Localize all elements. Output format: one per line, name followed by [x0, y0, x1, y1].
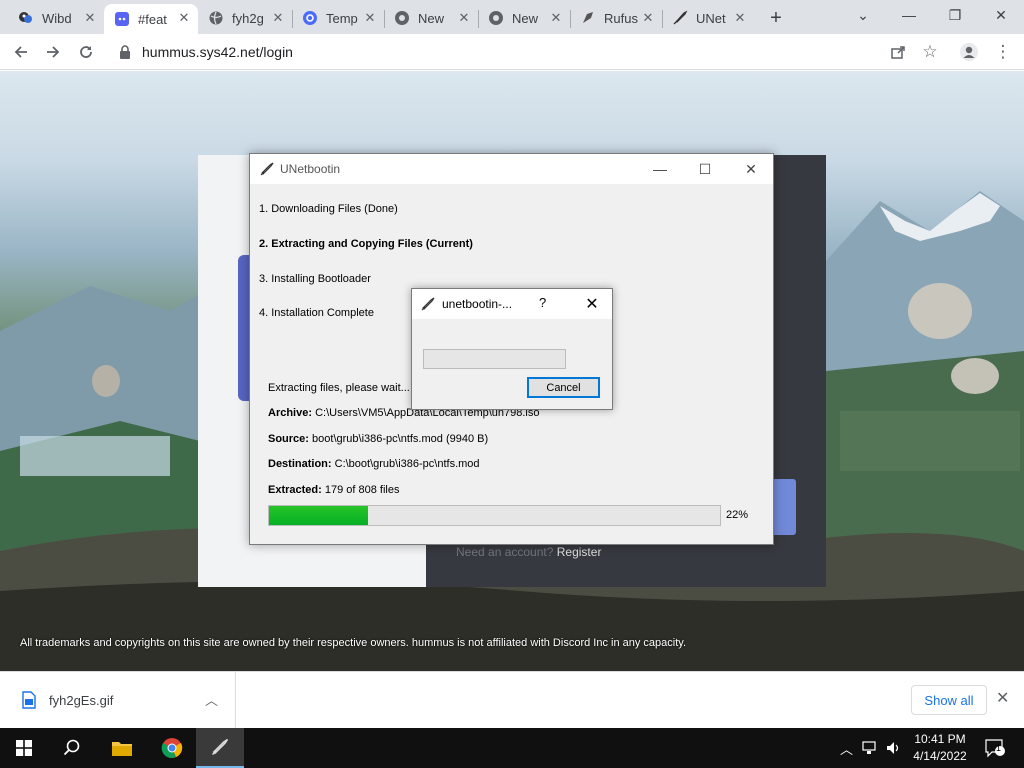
progress-fill — [269, 506, 369, 525]
dialog-titlebar[interactable]: unetbootin-... ? ✕ — [412, 289, 612, 319]
unetbootin-favicon-icon — [672, 10, 688, 26]
trademark-footer: All trademarks and copyrights on this si… — [20, 637, 687, 649]
tray-chevron-icon[interactable]: ︿ — [840, 728, 853, 768]
minimize-icon[interactable]: — — [648, 158, 672, 180]
help-icon[interactable]: ? — [539, 295, 546, 310]
tab-unetbootin[interactable]: UNet ✕ — [662, 4, 754, 32]
menu-kebab-icon[interactable]: ⋮ — [990, 39, 1016, 65]
close-icon[interactable]: ✕ — [739, 158, 763, 180]
address-bar[interactable]: hummus.sys42.net/login — [110, 38, 950, 66]
tab-temp[interactable]: Temp ✕ — [292, 4, 385, 32]
need-account-text: Need an account? Register — [456, 545, 602, 559]
tab-wibd[interactable]: Wibd ✕ — [8, 4, 105, 32]
notifications-button[interactable]: 1 — [984, 728, 1006, 768]
bookmark-star-icon[interactable]: ☆ — [917, 39, 943, 65]
close-icon[interactable]: ✕ — [82, 10, 98, 26]
chrome-favicon-icon — [488, 10, 504, 26]
rufus-favicon-icon — [580, 10, 596, 26]
volume-icon[interactable] — [886, 728, 902, 768]
back-arrow-icon — [14, 46, 27, 58]
back-button[interactable] — [8, 39, 34, 65]
close-icon[interactable]: ✕ — [732, 10, 748, 26]
clock-date: 4/14/2022 — [913, 749, 967, 763]
tab-new-2[interactable]: New ✕ — [478, 4, 571, 32]
profile-avatar-icon[interactable] — [956, 39, 982, 65]
show-all-button[interactable]: Show all — [911, 685, 987, 715]
notification-icon — [985, 739, 1005, 758]
tab-rufus[interactable]: Rufus ✕ — [570, 4, 663, 32]
close-icon[interactable]: ✕ — [996, 688, 1009, 708]
browser-toolbar: hummus.sys42.net/login ☆ ⋮ — [0, 34, 1024, 70]
window-close-icon[interactable]: ✕ — [978, 0, 1024, 30]
extraction-progress-bar — [268, 505, 721, 526]
discord-favicon-icon — [114, 11, 130, 27]
reload-button[interactable] — [73, 39, 99, 65]
chrome-icon — [161, 738, 183, 758]
browser-tab-strip: Wibd ✕ #feat ✕ fyh2g ✕ Temp ✕ New ✕ New … — [0, 0, 1024, 34]
unetbootin-app-icon — [211, 738, 229, 756]
extracted-row: Extracted: 179 of 808 files — [268, 484, 400, 496]
close-icon[interactable]: ✕ — [176, 10, 192, 26]
status-text: Extracting files, please wait... — [268, 382, 410, 394]
at-sign-favicon-icon — [302, 10, 318, 26]
url-text: hummus.sys42.net/login — [142, 44, 293, 60]
system-clock[interactable]: 10:41 PM 4/14/2022 — [910, 731, 970, 765]
notification-count: 1 — [996, 743, 1002, 753]
download-item[interactable]: fyh2gEs.gif ︿ — [0, 672, 236, 728]
dialog-title: unetbootin-... — [442, 297, 513, 311]
network-icon[interactable] — [862, 728, 878, 768]
reload-icon — [80, 46, 92, 58]
chrome-favicon-icon — [394, 10, 410, 26]
close-icon[interactable]: ✕ — [548, 10, 564, 26]
close-icon[interactable]: ✕ — [362, 10, 378, 26]
tab-discord[interactable]: #feat ✕ — [104, 4, 198, 34]
window-title: UNetbootin — [280, 162, 341, 176]
chevron-up-icon[interactable]: ︿ — [205, 690, 218, 709]
search-button[interactable] — [48, 728, 96, 768]
globe-favicon-icon — [208, 10, 224, 26]
downloads-bar: fyh2gEs.gif ︿ Show all ✕ — [0, 671, 1024, 728]
tab-search-icon[interactable]: ⌄ — [840, 0, 886, 30]
source-row: Source: boot\grub\i386-pc\ntfs.mod (9940… — [268, 433, 489, 445]
tab-new-1[interactable]: New ✕ — [384, 4, 479, 32]
close-icon[interactable]: ✕ — [456, 10, 472, 26]
close-icon[interactable]: ✕ — [582, 293, 602, 315]
file-icon — [22, 691, 36, 709]
lock-icon — [120, 45, 130, 59]
unetbootin-progress-dialog: unetbootin-... ? ✕ Cancel — [411, 288, 613, 410]
destination-row: Destination: C:\boot\grub\i386-pc\ntfs.m… — [268, 458, 480, 470]
share-icon[interactable] — [885, 39, 911, 65]
tab-fyh2g[interactable]: fyh2g ✕ — [198, 4, 293, 32]
forward-button[interactable] — [40, 39, 66, 65]
search-icon — [63, 739, 80, 756]
maximize-icon[interactable]: ☐ — [693, 158, 717, 180]
start-button[interactable] — [0, 728, 48, 768]
restore-icon[interactable]: ❐ — [932, 0, 978, 30]
windows-taskbar: ︿ 10:41 PM 4/14/2022 1 — [0, 728, 1024, 768]
close-icon[interactable]: ✕ — [640, 10, 656, 26]
wibd-favicon-icon — [18, 10, 34, 26]
progress-percent: 22% — [726, 509, 749, 521]
step-extracting: 2. Extracting and Copying Files (Current… — [259, 238, 473, 250]
cancel-button[interactable]: Cancel — [527, 377, 600, 398]
clock-time: 10:41 PM — [914, 732, 966, 746]
file-explorer-button[interactable] — [98, 728, 146, 768]
register-link[interactable]: Register — [557, 545, 602, 559]
unetbootin-titlebar[interactable]: UNetbootin — ☐ ✕ — [250, 154, 773, 184]
close-icon[interactable]: ✕ — [270, 10, 286, 26]
unetbootin-taskbar-button[interactable] — [196, 728, 244, 768]
step-downloading: 1. Downloading Files (Done) — [259, 203, 398, 215]
unetbootin-app-icon — [421, 297, 435, 311]
forward-arrow-icon — [47, 46, 60, 58]
step-bootloader: 3. Installing Bootloader — [259, 273, 371, 285]
step-complete: 4. Installation Complete — [259, 307, 374, 319]
new-tab-button[interactable]: + — [764, 6, 788, 30]
dialog-progress-bar — [423, 349, 566, 369]
windows-logo-icon — [16, 740, 32, 756]
folder-icon — [112, 742, 132, 756]
minimize-icon[interactable]: — — [886, 0, 932, 30]
chrome-button[interactable] — [148, 728, 196, 768]
download-file-name: fyh2gEs.gif — [49, 693, 114, 708]
unetbootin-app-icon — [260, 162, 274, 176]
